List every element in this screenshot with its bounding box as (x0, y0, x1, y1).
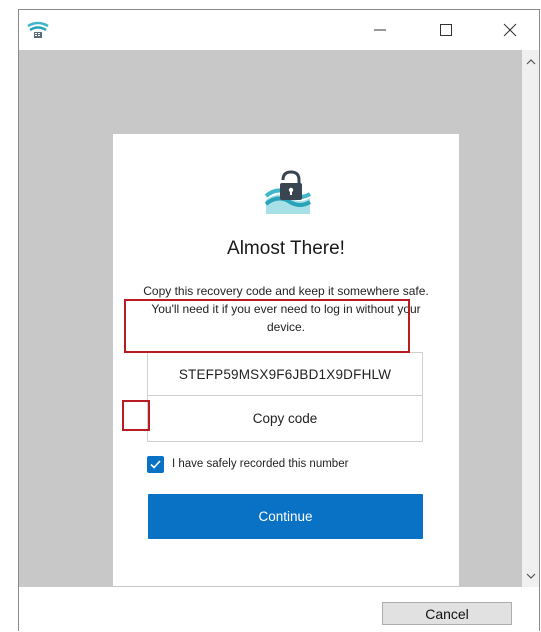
checkmark-icon (150, 459, 161, 469)
dialog-description: Copy this recovery code and keep it some… (143, 284, 429, 334)
maximize-icon (440, 24, 452, 36)
content-area: Almost There! Copy this recovery code an… (19, 50, 522, 587)
title-bar (19, 10, 539, 50)
continue-button[interactable]: Continue (148, 494, 423, 539)
copy-code-button[interactable]: Copy code (147, 396, 423, 442)
lock-icon (264, 170, 312, 214)
scroll-down-icon[interactable] (522, 567, 539, 584)
footer-bar: Cancel (19, 587, 539, 632)
confirm-checkbox-row: I have safely recorded this number (147, 454, 348, 474)
confirm-checkbox-label: I have safely recorded this number (172, 458, 349, 470)
dialog-title: Almost There! (227, 238, 345, 259)
close-icon (503, 23, 517, 37)
close-button[interactable] (487, 10, 533, 50)
recovery-code-card: Almost There! Copy this recovery code an… (113, 134, 459, 586)
recovery-code-field[interactable]: STEFP59MSX9F6JBD1X9DFHLW (147, 352, 423, 396)
app-logo-icon (25, 18, 51, 42)
vertical-scrollbar[interactable] (522, 50, 539, 587)
maximize-button[interactable] (423, 10, 469, 50)
app-window: Almost There! Copy this recovery code an… (18, 9, 540, 632)
cancel-button[interactable]: Cancel (382, 602, 512, 625)
minimize-button[interactable] (357, 10, 403, 50)
scroll-up-icon[interactable] (522, 53, 539, 70)
minimize-icon (374, 29, 386, 31)
confirm-checkbox[interactable] (147, 455, 164, 473)
